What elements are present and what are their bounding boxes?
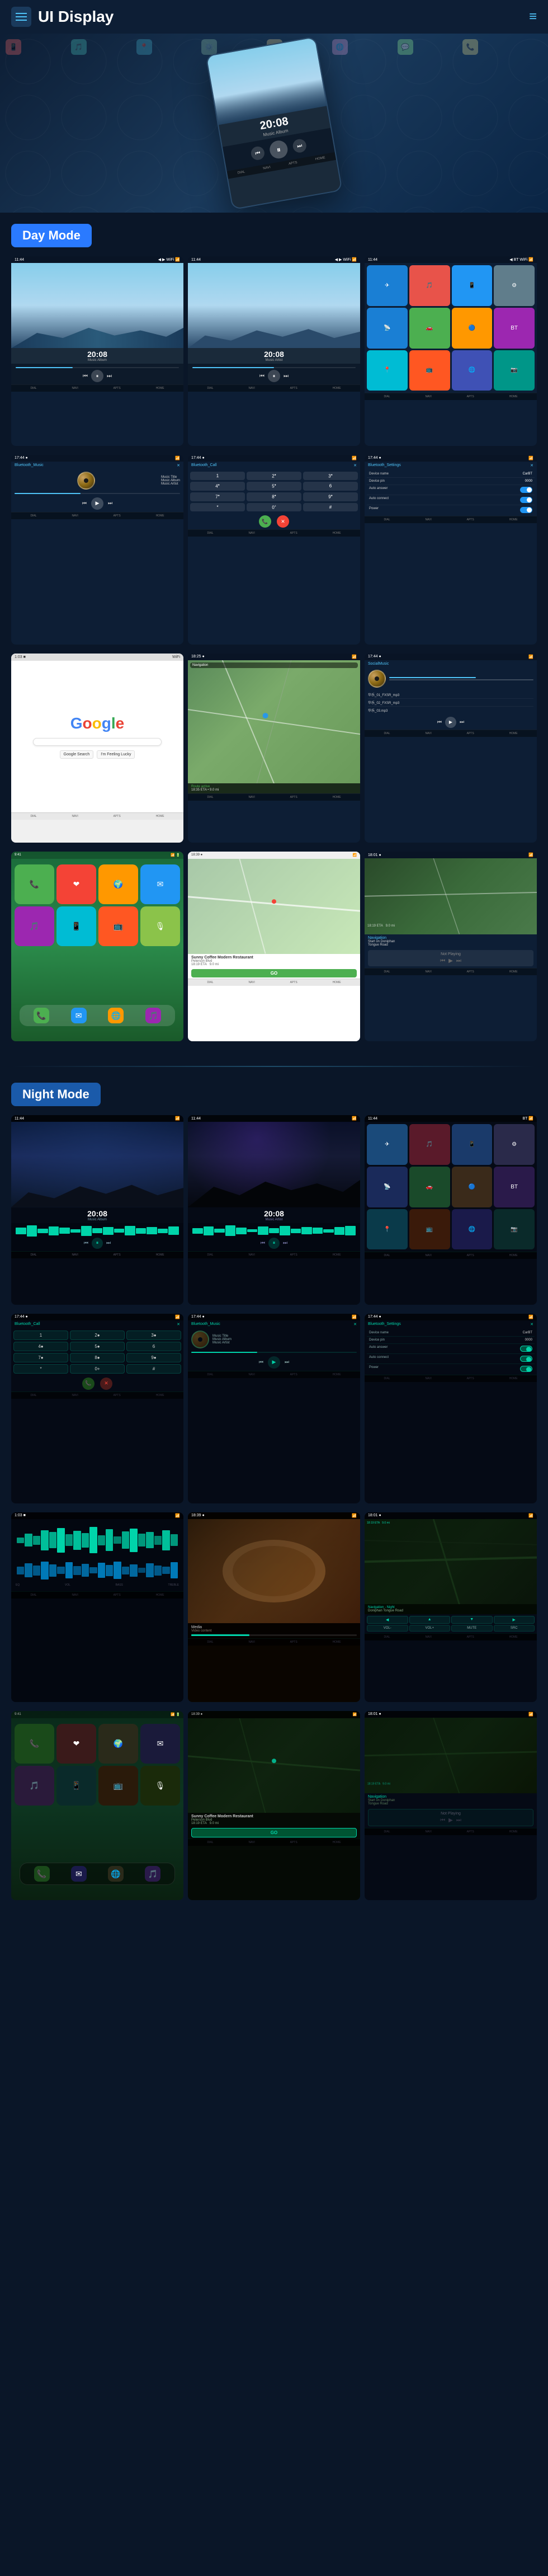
night-status-3: 11:44BT 📶 — [365, 1115, 537, 1122]
day-local-music-card: 17:44 ●📶 SocialMusic 华乐_01_FXSR_mp3 华乐_0… — [365, 654, 537, 843]
day-apps-card: 11:44◀ BT WiFi 📶 ✈ 🎵 📱 ⚙ 📡 🚗 🔵 BT 📍 📺 🌐 … — [365, 256, 537, 446]
header: UI Display ≡ — [0, 0, 548, 34]
night-bt-music-card: 17:44 ●📶 Bluetooth_Music✕ Music Title Mu… — [188, 1314, 360, 1503]
page-title: UI Display — [38, 8, 114, 26]
night-music-time-2: 20:08 — [188, 1209, 360, 1218]
night-status-2: 11:44📶 — [188, 1115, 360, 1122]
status-bar-map: 18:25 ●📶 — [188, 654, 360, 660]
day-music-card-1: 11:44◀ ▶ WiFi 📶 20:08 Music Album ⏮ ⏸ ⏭ … — [11, 256, 183, 446]
night-music-card-2: 11:44📶 20:08 Music Artist — [188, 1115, 360, 1305]
day-screenshots-row4: 9:41📶 🔋 📞 ❤ 🌍 ✉ 🎵 📱 📺 🎙 📞 ✉ 🌐 🎵 — [11, 852, 537, 1041]
hero-section: 📱 🎵 📍 ⚙️ 📷 🌐 💬 📞 20:08 Music Album ⏮ ⏸ ⏭ — [0, 34, 548, 213]
night-screenshots-row1: 11:44📶 20:08 Music Album — [11, 1115, 537, 1305]
day-iphone-card: 9:41📶 🔋 📞 ❤ 🌍 ✉ 🎵 📱 📺 🎙 📞 ✉ 🌐 🎵 — [11, 852, 183, 1041]
day-google-card: 1:03 ■WiFi Google Google Search I'm Feel… — [11, 654, 183, 843]
menu-icon[interactable]: ≡ — [529, 9, 537, 25]
night-status-5: 17:44 ●📶 — [188, 1314, 360, 1320]
status-bar-4: 17:44 ●📶 — [11, 455, 183, 462]
night-apps-card: 11:44BT 📶 ✈ 🎵 📱 ⚙ 📡 🚗 🔵 BT 📍 📺 🌐 📷 — [365, 1115, 537, 1305]
not-playing-label: Not Playing — [370, 952, 531, 956]
day-not-playing-card: 18:01 ●📶 18:19 ETA 9.0 mi Navigation Sta… — [365, 852, 537, 1041]
night-waveform-card: 1:03 ■📶 — [11, 1512, 183, 1702]
day-bt-call-card: 17:44 ●📶 Bluetooth_Call✕ 1 2● 3● 4● 5● 6… — [188, 455, 360, 645]
status-bar-np: 18:01 ●📶 — [365, 852, 537, 858]
day-screenshots-row1: 11:44◀ ▶ WiFi 📶 20:08 Music Album ⏮ ⏸ ⏭ … — [11, 256, 537, 446]
day-music-time-2: 20:08 — [188, 350, 360, 359]
night-screenshots-row3: 1:03 ■📶 — [11, 1512, 537, 1702]
day-bt-settings-card: 17:44 ●📶 Bluetooth_Settings✕ Device name… — [365, 455, 537, 645]
day-mode-label: Day Mode — [11, 224, 92, 247]
lm-file-3: 华乐_03.mp3 — [368, 707, 533, 714]
night-iphone-card: 9:41📶 🔋 📞 ❤ 🌍 ✉ 🎵 📱 📺 🎙 📞 ✉ 🌐 🎵 — [11, 1711, 183, 1901]
night-mode-section: Night Mode 11:44📶 20:08 Music Album — [0, 1071, 548, 1920]
night-bt-settings-card: 17:44 ●📶 Bluetooth_Settings✕ Device name… — [365, 1314, 537, 1503]
go-button[interactable]: GO — [191, 969, 357, 977]
night-nav-card: 18:01 ●📶 18:19 ETA 9.0 mi Navigation - N… — [365, 1512, 537, 1702]
day-mode-section: Day Mode 11:44◀ ▶ WiFi 📶 20:08 Music Alb… — [0, 213, 548, 1061]
day-music-card-2: 11:44◀ ▶ WiFi 📶 20:08 Music Artist ⏮ ⏸ ⏭… — [188, 256, 360, 446]
night-food-card: 18:39 ●📶 Media Video content DIALNAVIAPT… — [188, 1512, 360, 1702]
header-left: UI Display — [11, 7, 114, 27]
status-bar-5: 17:44 ●📶 — [188, 455, 360, 462]
lm-file-2: 华乐_02_FXSR_mp3 — [368, 699, 533, 707]
day-restaurant-card: 18:39 ●📶 Sunny Coffee Modern Restaurant … — [188, 852, 360, 1041]
day-music-time-1: 20:08 — [11, 350, 183, 359]
status-bar-3: 11:44◀ BT WiFi 📶 — [365, 256, 537, 263]
night-music-time-1: 20:08 — [11, 1209, 183, 1218]
hamburger-icon[interactable] — [11, 7, 31, 27]
night-mode-label: Night Mode — [11, 1083, 101, 1106]
status-bar-2: 11:44◀ ▶ WiFi 📶 — [188, 256, 360, 263]
night-status-6: 17:44 ●📶 — [365, 1314, 537, 1320]
night-status-4: 17:44 ●📶 — [11, 1314, 183, 1320]
night-status-9: 18:01 ●📶 — [365, 1512, 537, 1519]
night-status-7: 1:03 ■📶 — [11, 1512, 183, 1519]
day-screenshots-row3: 1:03 ■WiFi Google Google Search I'm Feel… — [11, 654, 537, 843]
svg-text:18:19 ETA 9.0 mi: 18:19 ETA 9.0 mi — [367, 1782, 390, 1785]
section-divider-1 — [11, 1066, 537, 1067]
lm-file-1: 华乐_01_FXSR_mp3 — [368, 691, 533, 699]
night-screenshots-row4: 9:41📶 🔋 📞 ❤ 🌍 ✉ 🎵 📱 📺 🎙 📞 ✉ 🌐 🎵 — [11, 1711, 537, 1901]
night-bt-call-card: 17:44 ●📶 Bluetooth_Call✕ 1 2● 3● 4● 5● 6… — [11, 1314, 183, 1503]
night-status-1: 11:44📶 — [11, 1115, 183, 1122]
day-bt-music-card: 17:44 ●📶 Bluetooth_Music✕ Music Title Mu… — [11, 455, 183, 645]
status-bar-lm: 17:44 ●📶 — [365, 654, 537, 660]
night-status-10: 18:01 ●📶 — [365, 1711, 537, 1718]
day-map-card: 18:25 ●📶 Navigation Route active 18:35 E… — [188, 654, 360, 843]
svg-text:18:19 ETA 9.0 mi: 18:19 ETA 9.0 mi — [367, 924, 395, 928]
restaurant-name: Sunny Coffee Modern Restaurant — [191, 956, 357, 960]
night-status-8: 18:39 ●📶 — [188, 1512, 360, 1519]
day-screenshots-row2: 17:44 ●📶 Bluetooth_Music✕ Music Title Mu… — [11, 455, 537, 645]
night-screenshots-row2: 17:44 ●📶 Bluetooth_Call✕ 1 2● 3● 4● 5● 6… — [11, 1314, 537, 1503]
night-not-playing-card: 18:01 ●📶 18:19 ETA 9.0 mi Navigation Sta… — [365, 1711, 537, 1901]
night-restaurant-card: 18:39 ●📶 Sunny Coffee Modern Restaurant … — [188, 1711, 360, 1901]
status-bar-6: 17:44 ●📶 — [365, 455, 537, 462]
status-bar-1: 11:44◀ ▶ WiFi 📶 — [11, 256, 183, 263]
night-music-card-1: 11:44📶 20:08 Music Album — [11, 1115, 183, 1305]
